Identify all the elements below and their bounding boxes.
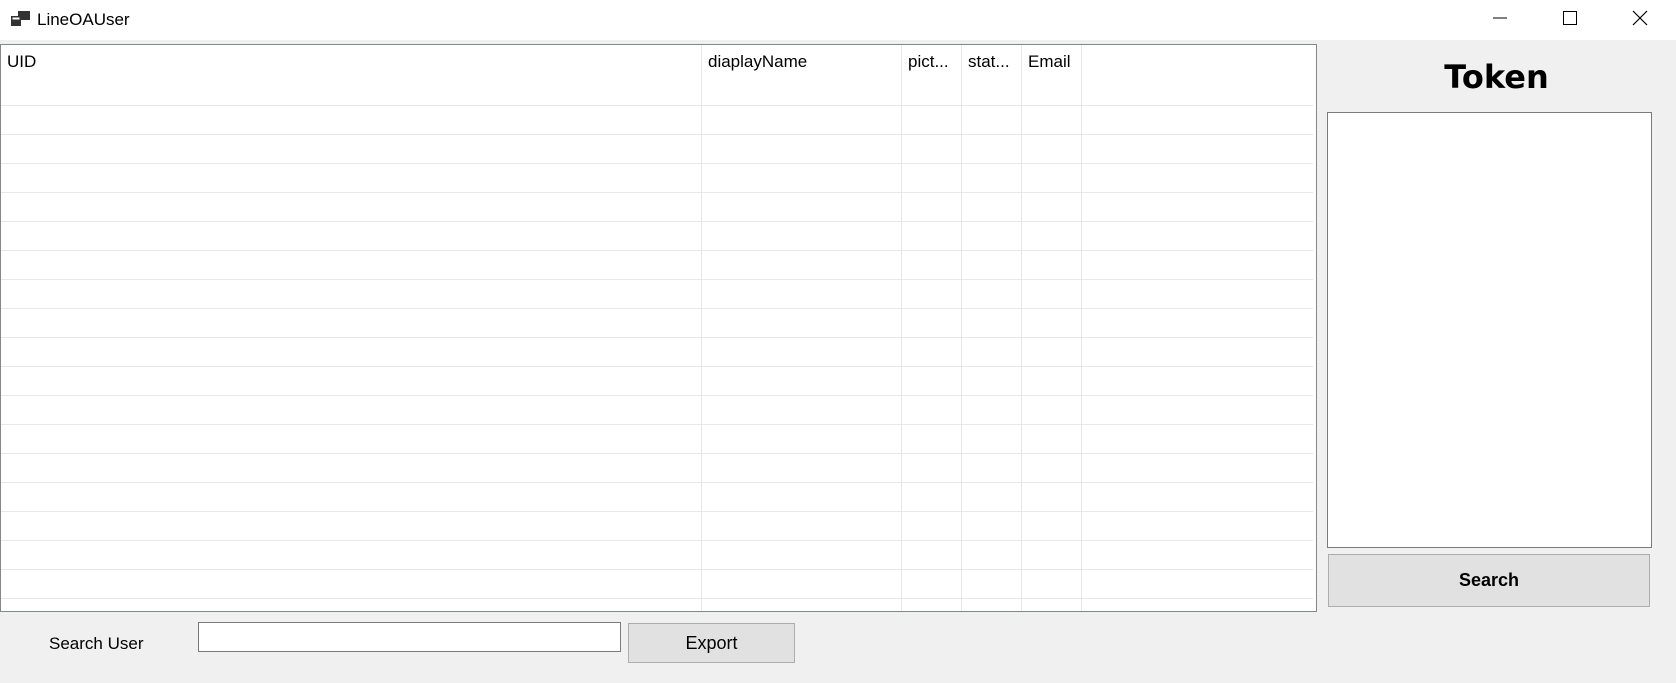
column-header-display-name[interactable]: diaplayName — [702, 45, 902, 105]
users-data-grid[interactable]: UID diaplayName pict... stat... Email — [0, 44, 1317, 612]
column-header-email[interactable]: Email — [1022, 45, 1082, 105]
close-button[interactable] — [1605, 0, 1675, 40]
export-button[interactable]: Export — [628, 623, 795, 663]
close-icon — [1632, 10, 1648, 31]
column-header-picture[interactable]: pict... — [902, 45, 962, 105]
grid-lines — [1, 45, 1313, 611]
app-window-icon — [11, 11, 31, 27]
token-heading: Token — [1444, 58, 1549, 96]
title-bar[interactable]: LineOAUser — [0, 0, 1676, 40]
minimize-icon — [1492, 10, 1508, 31]
token-textarea[interactable] — [1327, 112, 1652, 548]
search-user-label: Search User — [49, 634, 144, 653]
search-user-input[interactable] — [198, 622, 621, 652]
minimize-button[interactable] — [1465, 0, 1535, 40]
column-header-status[interactable]: stat... — [962, 45, 1022, 105]
main-window: LineOAUser UID diaplayName pict... stat.… — [0, 0, 1676, 683]
maximize-button[interactable] — [1535, 0, 1605, 40]
column-header-uid[interactable]: UID — [1, 45, 702, 105]
maximize-icon — [1562, 10, 1578, 31]
window-title: LineOAUser — [37, 10, 130, 29]
grid-header-row: UID diaplayName pict... stat... Email — [1, 45, 1316, 105]
search-button[interactable]: Search — [1328, 554, 1650, 607]
